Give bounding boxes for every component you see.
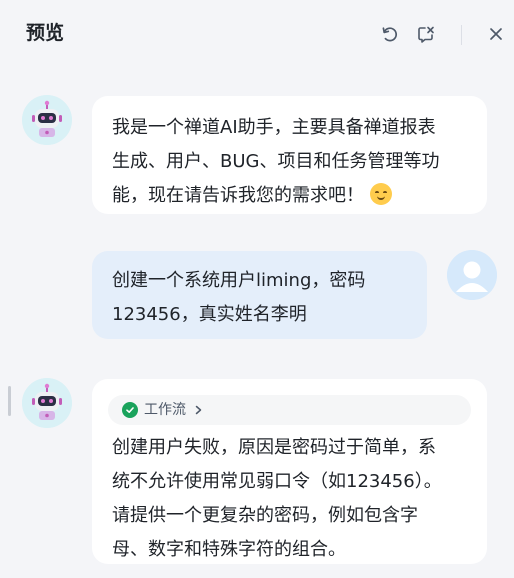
message-line: 统不允许使用常见弱口令（如123456）。	[112, 471, 442, 492]
chevron-right-icon	[194, 405, 204, 415]
close-button[interactable]	[484, 22, 508, 46]
assistant-message-2: 工作流 创建用户失败，原因是密码过于简单，系 统不允许使用常见弱口令（如1234…	[92, 379, 487, 564]
workflow-label: 工作流	[144, 402, 186, 418]
robot-avatar-icon	[22, 95, 72, 145]
message-line: 创建一个系统用户liming，密码	[112, 270, 366, 291]
user-avatar	[447, 250, 497, 300]
scroll-grip[interactable]	[8, 386, 11, 416]
preview-panel: 预览 我是一个禅道AI助手，主要具备禅道报表 生成、用户、BUG、项目和任务管理…	[0, 0, 514, 578]
message-line: 创建用户失败，原因是密码过于简单，系	[112, 437, 436, 458]
workflow-toggle[interactable]: 工作流	[108, 395, 471, 425]
page-title: 预览	[26, 22, 65, 44]
panel-header: 预览	[0, 0, 514, 66]
message-line: 我是一个禅道AI助手，主要具备禅道报表	[112, 117, 436, 138]
clear-chat-button[interactable]	[414, 22, 438, 46]
assistant-avatar	[22, 95, 72, 145]
assistant-message-1: 我是一个禅道AI助手，主要具备禅道报表 生成、用户、BUG、项目和任务管理等功 …	[92, 96, 487, 214]
message-line: 母、数字和特殊字符的组合。	[112, 539, 346, 560]
robot-avatar-icon	[22, 378, 72, 428]
message-line: 生成、用户、BUG、项目和任务管理等功	[112, 151, 440, 172]
success-check-icon	[122, 402, 138, 418]
refresh-button[interactable]	[378, 22, 402, 46]
message-line: 请提供一个更复杂的密码，例如包含字	[112, 505, 418, 526]
refresh-icon	[382, 27, 397, 42]
close-icon	[490, 28, 502, 40]
hugging-face-emoji-icon	[370, 183, 392, 205]
header-divider	[461, 25, 462, 45]
message-line-text: 能，现在请告诉我您的需求吧！	[112, 185, 364, 206]
assistant-avatar	[22, 378, 72, 428]
user-message: 创建一个系统用户liming，密码 123456，真实姓名李明	[92, 251, 427, 339]
message-line: 123456，真实姓名李明	[112, 304, 307, 325]
clear-chat-icon	[418, 26, 434, 43]
user-avatar-icon	[447, 250, 497, 300]
message-line: 能，现在请告诉我您的需求吧！	[112, 179, 487, 213]
